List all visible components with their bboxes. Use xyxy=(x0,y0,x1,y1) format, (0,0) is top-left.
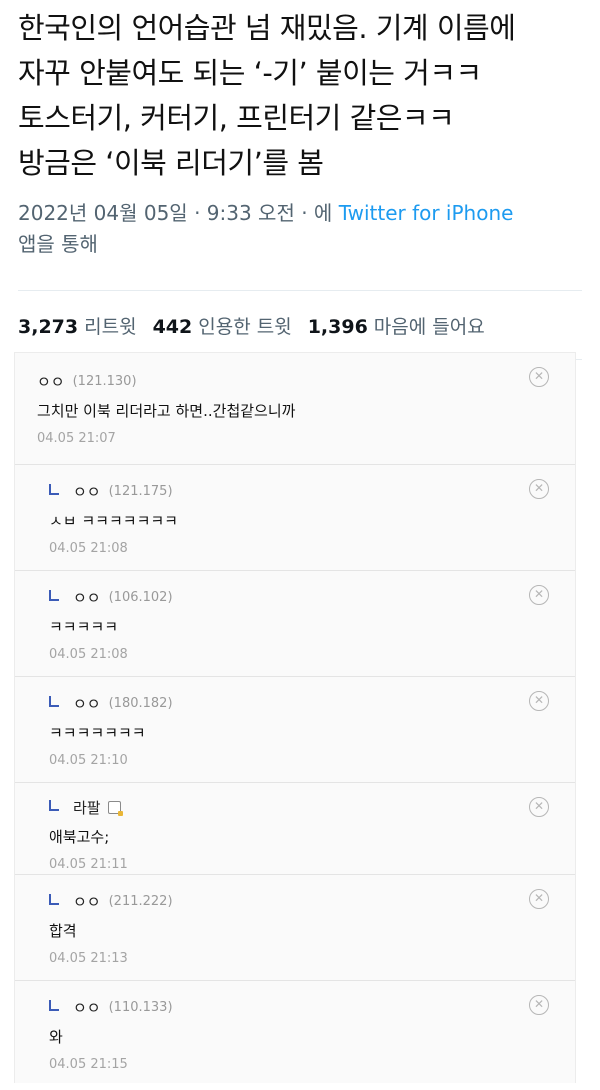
comment-list: ㅇㅇ (121.130) 그치만 이북 리더라고 하면..간첩같으니까 04.05… xyxy=(14,352,576,1083)
via-link[interactable]: Twitter for iPhone xyxy=(339,201,514,225)
tweet-text-line: 방금은 ‘이북 리더기’를 봄 xyxy=(18,146,324,180)
circle-x-icon[interactable]: ✕ xyxy=(529,797,549,817)
comment-date: 04.05 21:15 xyxy=(49,1057,128,1072)
comment-body: ㅋㅋㅋㅋㅋ xyxy=(49,618,119,636)
reply-item: ㅇㅇ (121.175) ㅅㅂ ㅋㅋㅋㅋㅋㅋㅋ 04.05 21:08 ✕ xyxy=(15,465,575,571)
tweet-text-line: 토스터기, 커터기, 프린터기 같은ㅋㅋ xyxy=(18,101,455,135)
like-stat[interactable]: 1,396 마음에 들어요 xyxy=(308,312,485,339)
reply-item: ㅇㅇ (211.222) 합격 04.05 21:13 ✕ xyxy=(15,875,575,981)
reply-item: 라팔 애북고수; 04.05 21:11 ✕ xyxy=(15,783,575,875)
comment-author: 라팔 xyxy=(73,798,101,817)
reply-arrow-icon xyxy=(49,893,59,905)
circle-x-icon[interactable]: ✕ xyxy=(529,367,549,387)
tweet-text-line: 한국인의 언어습관 넘 재밌음. 기계 이름에 xyxy=(18,11,516,45)
circle-x-icon[interactable]: ✕ xyxy=(529,889,549,909)
comment-item: ㅇㅇ (121.130) 그치만 이북 리더라고 하면..간첩같으니까 04.05… xyxy=(15,353,575,465)
tweet-text-line: 자꾸 안붙여도 되는 ‘-기’ 붙이는 거ㅋㅋ xyxy=(18,56,482,90)
comment-author: ㅇㅇ xyxy=(73,892,101,911)
comment-body: 애북고수; xyxy=(49,828,110,846)
comment-ip: (211.222) xyxy=(108,893,173,909)
comment-ip: (106.102) xyxy=(108,589,173,605)
quote-stat[interactable]: 442 인용한 트윗 xyxy=(153,312,292,339)
memo-icon xyxy=(107,800,123,816)
comment-date: 04.05 21:07 xyxy=(37,431,116,446)
reply-arrow-icon xyxy=(49,799,59,811)
comment-body: 합격 xyxy=(49,922,77,940)
comment-body: 그치만 이북 리더라고 하면..간첩같으니까 xyxy=(37,402,296,420)
circle-x-icon[interactable]: ✕ xyxy=(529,479,549,499)
comment-body: ㅅㅂ ㅋㅋㅋㅋㅋㅋㅋ xyxy=(49,512,178,530)
tweet: 한국인의 언어습관 넘 재밌음. 기계 이름에 자꾸 안붙여도 되는 ‘-기’ … xyxy=(0,0,600,260)
comment-ip: (121.130) xyxy=(72,373,137,389)
circle-x-icon[interactable]: ✕ xyxy=(529,995,549,1015)
comment-date: 04.05 21:13 xyxy=(49,951,128,966)
circle-x-icon[interactable]: ✕ xyxy=(529,691,549,711)
via-suffix: 앱을 통해 xyxy=(18,232,98,256)
comment-ip: (110.133) xyxy=(108,999,173,1015)
reply-item: ㅇㅇ (180.182) ㅋㅋㅋㅋㅋㅋㅋ 04.05 21:10 ✕ xyxy=(15,677,575,783)
comment-author: ㅇㅇ xyxy=(37,372,65,391)
reply-item: ㅇㅇ (106.102) ㅋㅋㅋㅋㅋ 04.05 21:08 ✕ xyxy=(15,571,575,677)
comment-body: 와 xyxy=(49,1028,63,1046)
tweet-text: 한국인의 언어습관 넘 재밌음. 기계 이름에 자꾸 안붙여도 되는 ‘-기’ … xyxy=(18,0,582,186)
reply-arrow-icon xyxy=(49,483,59,495)
circle-x-icon[interactable]: ✕ xyxy=(529,585,549,605)
comment-author: ㅇㅇ xyxy=(73,694,101,713)
like-label: 마음에 들어요 xyxy=(373,315,485,338)
comment-body: ㅋㅋㅋㅋㅋㅋㅋ xyxy=(49,724,146,742)
retweet-label: 리트윗 xyxy=(84,315,137,338)
comment-date: 04.05 21:08 xyxy=(49,541,128,556)
comment-ip: (180.182) xyxy=(108,695,173,711)
retweet-stat[interactable]: 3,273 리트윗 xyxy=(18,312,137,339)
reply-arrow-icon xyxy=(49,695,59,707)
like-count: 1,396 xyxy=(307,315,368,338)
comment-date: 04.05 21:08 xyxy=(49,647,128,662)
comment-author: ㅇㅇ xyxy=(73,588,101,607)
comment-date: 04.05 21:10 xyxy=(49,753,128,768)
reply-item: ㅇㅇ (110.133) 와 04.05 21:15 ✕ xyxy=(15,981,575,1083)
tweet-date: 2022년 04월 05일 · 9:33 오전 · 에 xyxy=(18,201,333,225)
quote-label: 인용한 트윗 xyxy=(198,315,292,338)
reply-arrow-icon xyxy=(49,589,59,601)
reply-arrow-icon xyxy=(49,999,59,1011)
tweet-meta: 2022년 04월 05일 · 9:33 오전 · 에 Twitter for … xyxy=(18,198,582,260)
quote-count: 442 xyxy=(152,315,193,338)
comment-author: ㅇㅇ xyxy=(73,482,101,501)
retweet-count: 3,273 xyxy=(18,315,79,338)
comment-ip: (121.175) xyxy=(108,483,173,499)
tweet-stats: 3,273 리트윗 442 인용한 트윗 1,396 마음에 들어요 xyxy=(0,291,600,359)
comment-author: ㅇㅇ xyxy=(73,998,101,1017)
comment-date: 04.05 21:11 xyxy=(49,857,128,871)
